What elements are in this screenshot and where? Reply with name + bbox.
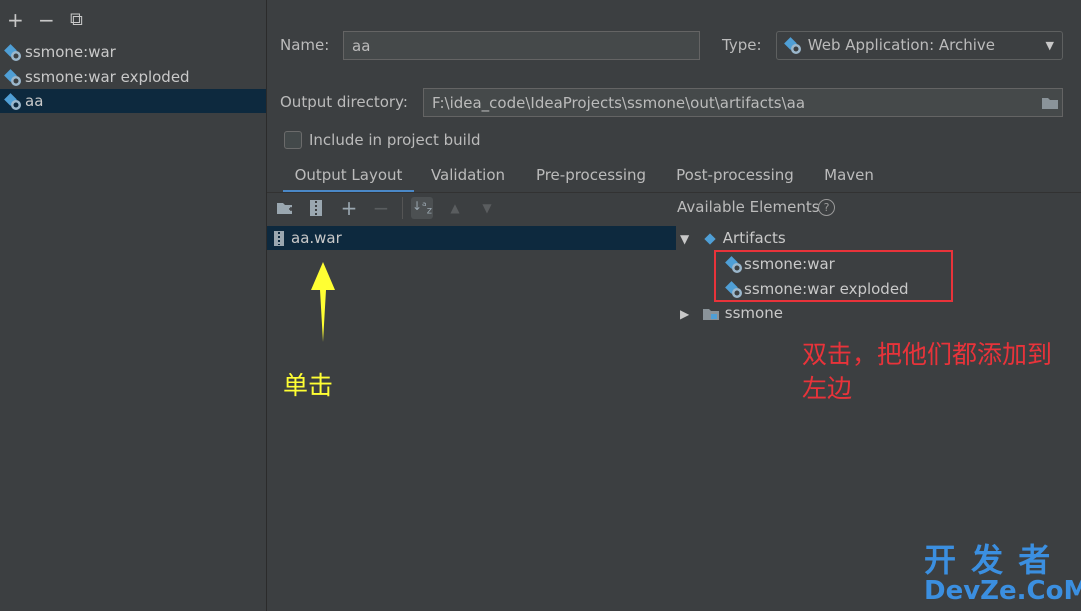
chevron-down-icon: ▼	[1045, 39, 1054, 52]
expanded-arrow-icon: ▼	[680, 232, 690, 246]
copy-artifact-button[interactable]: ⧉	[70, 10, 83, 30]
highlight-box	[714, 250, 953, 302]
output-tree-root[interactable]: aa.war	[267, 226, 676, 250]
output-tree-root-label: aa.war	[291, 229, 342, 247]
type-select-value: Web Application: Archive	[807, 36, 996, 54]
watermark-top: 开 发 者	[924, 541, 1053, 579]
remove-element-icon[interactable]: −	[370, 196, 392, 220]
click-annotation: 单击	[283, 371, 334, 400]
tab-post-processing[interactable]: Post-processing	[666, 164, 804, 190]
module-folder-icon	[703, 308, 720, 320]
arrow-up-annotation	[311, 262, 335, 342]
folder-browse-icon[interactable]	[1041, 95, 1059, 111]
move-down-icon[interactable]: ▼	[476, 197, 498, 219]
web-artifact-icon	[4, 43, 21, 61]
available-elements-header: Available Elements	[677, 198, 820, 216]
tab-output-layout[interactable]: Output Layout	[283, 164, 414, 193]
web-artifact-icon	[4, 68, 21, 86]
create-archive-icon[interactable]	[305, 197, 327, 219]
watermark-bottom: DevZe.CoM	[924, 576, 1081, 606]
add-artifact-button[interactable]: +	[7, 10, 24, 30]
artifact-list-item[interactable]: ssmone:war exploded	[0, 65, 266, 89]
remove-artifact-button[interactable]: −	[38, 10, 55, 30]
tab-maven[interactable]: Maven	[815, 164, 883, 190]
archive-icon	[274, 231, 284, 246]
type-label: Type:	[722, 36, 762, 54]
module-node[interactable]: ▶ ssmone	[680, 301, 783, 325]
double-click-annotation-line2: 左边	[802, 374, 853, 403]
output-directory-label: Output directory:	[280, 93, 408, 111]
artifact-label: ssmone:war	[25, 43, 116, 61]
module-label: ssmone	[724, 304, 783, 322]
output-directory-input[interactable]	[423, 88, 1063, 117]
artifacts-group-node[interactable]: ▼ Artifacts	[680, 226, 786, 250]
type-select[interactable]: Web Application: Archive ▼	[776, 31, 1063, 60]
add-element-icon[interactable]: +	[338, 196, 360, 220]
artifacts-list-panel: + − ⧉ ssmone:war ssmone:war exploded aa	[0, 0, 267, 611]
help-icon[interactable]: ?	[818, 199, 835, 216]
web-artifact-icon	[784, 36, 801, 54]
artifacts-icon	[704, 232, 716, 245]
include-in-build-checkbox[interactable]	[284, 131, 302, 149]
tab-validation[interactable]: Validation	[421, 164, 515, 190]
create-directory-icon[interactable]	[274, 197, 296, 219]
artifact-list-item[interactable]: ssmone:war	[0, 40, 266, 64]
tab-pre-processing[interactable]: Pre-processing	[527, 164, 655, 190]
artifact-list-item-selected[interactable]: aa	[0, 89, 266, 113]
move-up-icon[interactable]: ▲	[444, 197, 466, 219]
artifact-label: aa	[25, 92, 44, 110]
double-click-annotation-line1: 双击，把他们都添加到	[802, 340, 1053, 369]
web-artifact-icon	[4, 92, 21, 110]
sort-elements-icon[interactable]: ↓ᵃz	[411, 197, 433, 219]
include-in-build-label: Include in project build	[309, 131, 481, 149]
artifact-label: ssmone:war exploded	[25, 68, 190, 86]
toolbar-separator	[402, 197, 403, 219]
collapsed-arrow-icon: ▶	[680, 307, 690, 321]
name-input[interactable]	[343, 31, 700, 60]
name-label: Name:	[280, 36, 330, 54]
artifacts-group-label: Artifacts	[722, 229, 786, 247]
tabs-divider	[267, 192, 1081, 193]
